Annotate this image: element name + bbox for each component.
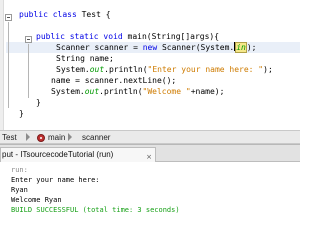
code-string: "Enter your name here: "	[147, 65, 264, 74]
code-field-highlighted: in	[235, 42, 247, 53]
editor-gutter	[0, 0, 4, 130]
code-text: System.	[51, 87, 85, 96]
code-line-main-declaration[interactable]: public static void main(String[]args){	[36, 31, 219, 42]
breadcrumb-separator-icon	[68, 133, 72, 141]
output-line-run: run:	[11, 166, 28, 174]
code-line-read-input[interactable]: name = scanner.nextLine();	[51, 75, 176, 86]
code-keyword: new	[142, 43, 158, 52]
code-text: }	[36, 98, 41, 107]
code-text: );	[263, 65, 273, 74]
fold-class-guide	[8, 22, 9, 108]
code-editor[interactable]: public class Test { public static void m…	[0, 0, 300, 130]
code-line-name-declaration[interactable]: String name;	[56, 53, 114, 64]
breadcrumb-item-test[interactable]: Test	[2, 132, 17, 144]
code-method-name: main	[122, 32, 147, 41]
code-text: Test {	[76, 10, 111, 19]
code-text: System.	[56, 65, 90, 74]
code-text: .println(	[99, 87, 143, 96]
fold-method-icon[interactable]	[25, 36, 32, 43]
code-text: Scanner(System.	[157, 43, 235, 52]
output-window: put - ITsourcecodeTutorial (run) × run: …	[0, 144, 300, 230]
code-text: Scanner scanner =	[56, 43, 143, 52]
output-tab-bar: put - ITsourcecodeTutorial (run) ×	[0, 145, 300, 162]
code-text: String name;	[56, 54, 114, 63]
code-text: (String[]args){	[146, 32, 220, 41]
code-text: }	[19, 109, 24, 118]
output-console[interactable]: run: Enter your name here: Ryan Welcome …	[0, 162, 300, 230]
output-line: Welcome Ryan	[11, 196, 62, 204]
code-text: .println(	[104, 65, 148, 74]
breadcrumb: Test main scanner	[0, 130, 300, 144]
code-field: out	[84, 87, 100, 96]
code-line-class-close[interactable]: }	[19, 108, 24, 119]
breadcrumb-separator-icon	[26, 133, 30, 141]
method-icon	[37, 134, 45, 142]
output-line-build-status: BUILD SUCCESSFUL (total time: 3 seconds)	[11, 206, 180, 214]
code-line-class-declaration[interactable]: public class Test {	[19, 9, 111, 20]
code-line-prompt-print[interactable]: System.out.println("Enter your name here…	[56, 64, 273, 75]
code-text: name = scanner.nextLine();	[51, 76, 177, 85]
code-text: +name);	[190, 87, 225, 96]
code-string: "Welcome "	[142, 87, 191, 96]
code-field: out	[89, 65, 105, 74]
code-line-welcome-print[interactable]: System.out.println("Welcome "+name);	[51, 86, 224, 97]
code-keyword: public static void	[36, 32, 123, 41]
fold-class-icon[interactable]	[5, 14, 12, 21]
fold-method-guide	[28, 44, 29, 98]
output-line: Enter your name here:	[11, 176, 100, 184]
output-tab-label: put - ITsourcecodeTutorial (run)	[2, 150, 114, 159]
code-line-method-close[interactable]: }	[36, 97, 41, 108]
breadcrumb-item-scanner[interactable]: scanner	[82, 132, 110, 144]
code-text: );	[246, 43, 257, 52]
code-line-scanner[interactable]: Scanner scanner = new Scanner(System. in)…	[56, 42, 257, 53]
code-keyword: public class	[19, 10, 77, 19]
close-icon[interactable]: ×	[145, 153, 153, 161]
output-line: Ryan	[11, 186, 28, 194]
tab-output-run[interactable]: put - ITsourcecodeTutorial (run) ×	[0, 147, 156, 162]
breadcrumb-item-main[interactable]: main	[48, 132, 65, 144]
